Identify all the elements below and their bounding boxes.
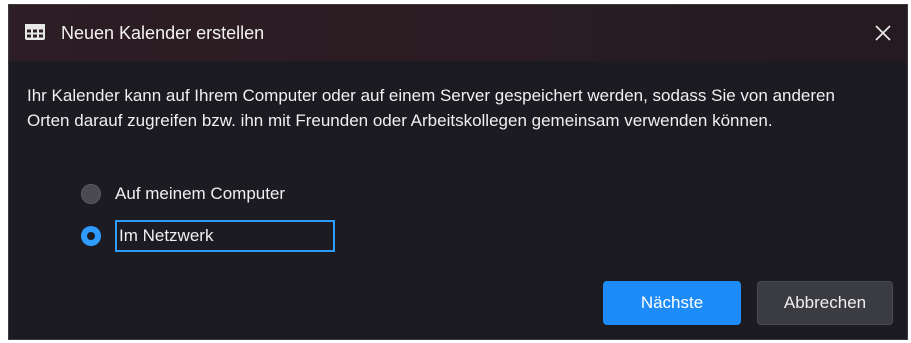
radio-network[interactable]	[81, 226, 101, 246]
dialog-title: Neuen Kalender erstellen	[61, 23, 265, 43]
dialog-body: Ihr Kalender kann auf Ihrem Computer ode…	[9, 61, 907, 339]
dialog-titlebar: Neuen Kalender erstellen	[9, 5, 907, 61]
option-label-local[interactable]: Auf meinem Computer	[115, 184, 285, 204]
calendar-icon	[25, 24, 45, 40]
option-local-computer[interactable]: Auf meinem Computer	[81, 179, 285, 209]
option-label-network[interactable]: Im Netzwerk	[115, 220, 335, 252]
dialog-window: Neuen Kalender erstellen Ihr Kalender ka…	[8, 4, 908, 340]
dialog-description: Ihr Kalender kann auf Ihrem Computer ode…	[27, 86, 835, 130]
option-network[interactable]: Im Netzwerk	[81, 220, 335, 252]
cancel-button[interactable]: Abbrechen	[757, 281, 893, 325]
radio-local-computer[interactable]	[81, 184, 101, 204]
close-icon[interactable]	[869, 19, 897, 47]
next-button[interactable]: Nächste	[603, 281, 741, 325]
